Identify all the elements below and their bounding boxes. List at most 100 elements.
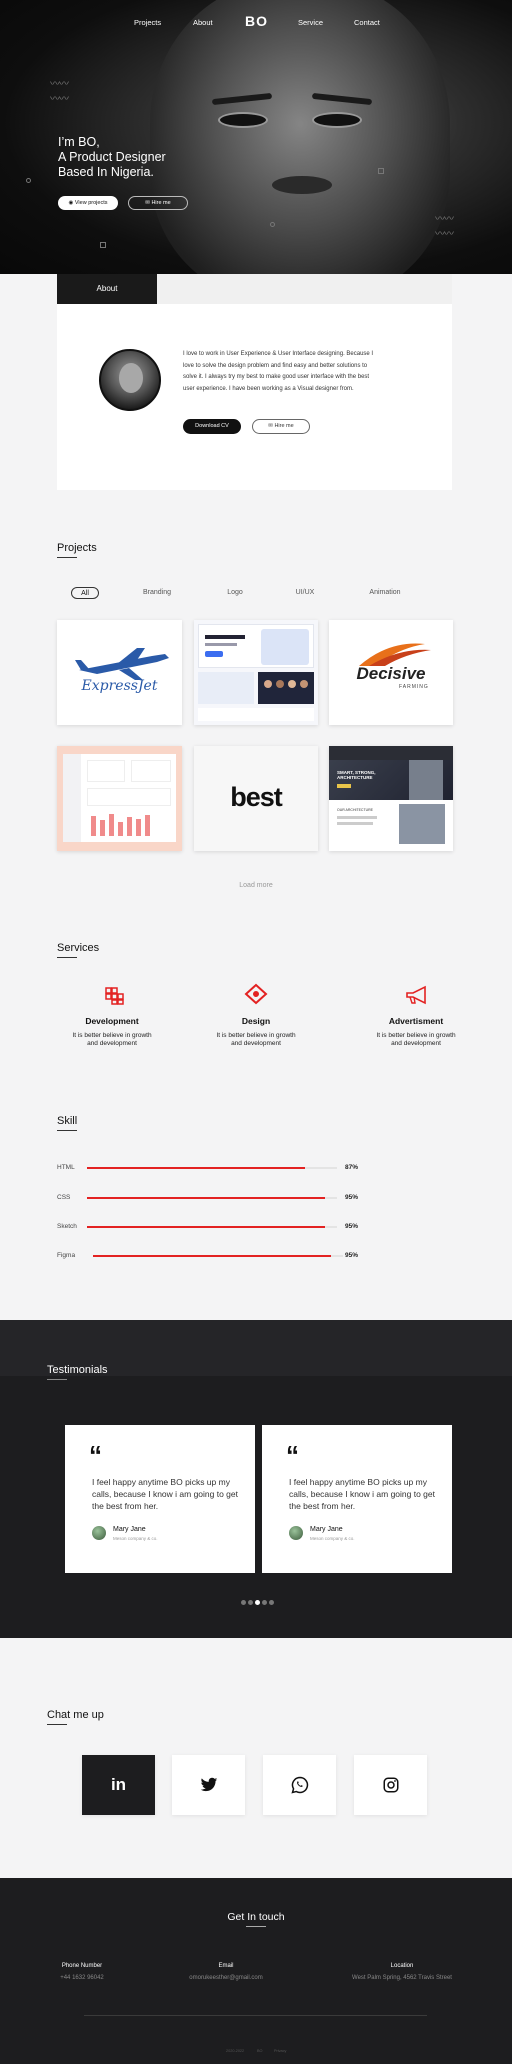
footer-copyright: 2020-2022 — [226, 2049, 245, 2053]
hero-section: 〰〰 〰〰 〰〰 〰〰 Projects About BO Service Cont… — [0, 0, 512, 274]
airplane-icon — [75, 648, 169, 680]
architecture-headline: SMART, STRONG, ARCHITECTURE — [337, 770, 376, 780]
project-card-best[interactable]: best — [194, 746, 318, 851]
carousel-dots — [241, 1600, 274, 1605]
linkedin-link[interactable]: in — [82, 1755, 155, 1815]
twitter-icon — [200, 1777, 217, 1792]
text-line — [337, 822, 373, 825]
mockup-panel — [198, 708, 314, 721]
skill-percent: 95% — [345, 1252, 359, 1259]
portrait-detail — [272, 176, 332, 194]
carousel-dot[interactable] — [248, 1600, 253, 1605]
title-underline — [57, 957, 77, 958]
phone-label: Phone Number — [61, 1963, 103, 1969]
skill-title: Skill — [57, 1115, 78, 1127]
wave-decoration-icon: 〰〰 〰〰 — [435, 214, 454, 240]
testimonial-name: Mary Jane — [310, 1526, 343, 1533]
skill-fill — [87, 1167, 305, 1169]
nav-about[interactable]: About — [193, 18, 213, 27]
service-text: It is better believe in growth and devel… — [72, 1032, 152, 1047]
title-underline — [246, 1926, 266, 1927]
testimonial-company: Meson company & co. — [310, 1536, 355, 1541]
skill-label: CSS — [57, 1194, 71, 1201]
view-projects-label: View projects — [74, 200, 108, 206]
avatar — [99, 349, 161, 411]
architecture-subhead: OUR ARCHITECTURE — [337, 808, 373, 812]
filter-animation[interactable]: Animation — [365, 589, 405, 596]
nav-contact[interactable]: Contact — [354, 18, 380, 27]
services-title: Services — [57, 942, 100, 954]
phone-value[interactable]: +44 1632 96042 — [42, 1975, 122, 1981]
testimonial-card: “ I feel happy anytime BO picks up my ca… — [65, 1425, 255, 1573]
carousel-dot[interactable] — [269, 1600, 274, 1605]
instagram-link[interactable] — [354, 1755, 427, 1815]
location-label: Location — [390, 1963, 414, 1969]
view-projects-button[interactable]: ◉ View projects — [58, 196, 118, 210]
dashboard-panel — [63, 754, 176, 842]
service-advertisment: Advertisment It is better believe in gro… — [376, 985, 456, 1048]
location-value: West Palm Spring, 4562 Travis Street — [352, 1975, 452, 1981]
testimonial-name: Mary Jane — [113, 1526, 146, 1533]
wave-decoration-icon: 〰〰 〰〰 — [50, 79, 69, 105]
mockup-panel — [198, 624, 314, 668]
project-card-expressjet[interactable]: ExpressJet — [57, 620, 182, 725]
skill-bar — [87, 1197, 337, 1199]
email-label: Email — [218, 1963, 234, 1969]
tab-about[interactable]: About — [57, 274, 157, 304]
service-development: Development It is better believe in grow… — [72, 985, 152, 1048]
quote-icon: “ — [286, 1440, 299, 1470]
footer — [0, 1878, 512, 2064]
hire-me-label: Hire me — [151, 200, 171, 206]
carousel-dot-active[interactable] — [255, 1600, 260, 1605]
project-label: best — [230, 782, 283, 812]
skill-fill — [93, 1255, 331, 1257]
skill-bar — [87, 1226, 337, 1228]
architecture-hero: SMART, STRONG, ARCHITECTURE — [329, 760, 453, 800]
carousel-dot[interactable] — [262, 1600, 267, 1605]
hero-line-3: Based In Nigeria. — [58, 165, 154, 179]
logo[interactable]: BO — [245, 13, 268, 29]
skill-percent: 95% — [345, 1194, 359, 1201]
project-card-architecture[interactable]: SMART, STRONG, ARCHITECTURE OUR ARCHITEC… — [329, 746, 453, 851]
linkedin-icon: in — [110, 1775, 127, 1794]
whatsapp-link[interactable] — [263, 1755, 336, 1815]
skill-bar — [87, 1167, 337, 1169]
nav-service[interactable]: Service — [298, 18, 323, 27]
nav-projects[interactable]: Projects — [134, 18, 161, 27]
testimonial-text: I feel happy anytime BO picks up my call… — [92, 1477, 238, 1511]
project-card-decisive[interactable]: Decisive FARMING — [329, 620, 453, 725]
project-card-mockup[interactable] — [194, 620, 318, 725]
filter-branding[interactable]: Branding — [137, 589, 177, 596]
twitter-link[interactable] — [172, 1755, 245, 1815]
skill-percent: 87% — [345, 1164, 359, 1171]
avatar — [289, 1526, 303, 1540]
square-decoration-icon — [100, 242, 106, 248]
title-underline — [57, 1130, 77, 1131]
filter-all[interactable]: All — [71, 587, 99, 599]
filter-logo[interactable]: Logo — [220, 589, 250, 596]
hire-me-button[interactable]: ✉ Hire me — [128, 196, 188, 210]
skill-label: HTML — [57, 1164, 75, 1171]
service-design: Design It is better believe in growth an… — [216, 983, 296, 1048]
title-underline — [47, 1379, 67, 1380]
download-cv-button[interactable]: Download CV — [183, 419, 241, 434]
megaphone-icon — [406, 985, 426, 1005]
square-decoration-icon — [378, 168, 384, 174]
email-value[interactable]: omorukeesther@gmail.com — [176, 1975, 276, 1981]
avatar — [92, 1526, 106, 1540]
project-sublabel: FARMING — [399, 684, 429, 690]
footer-title: Get In touch — [227, 1911, 285, 1923]
footer-privacy-link[interactable]: Privacy — [274, 2049, 286, 2053]
chat-title: Chat me up — [47, 1709, 104, 1721]
load-more-button[interactable]: Load more — [0, 882, 512, 889]
service-title: Development — [85, 1016, 139, 1026]
filter-uiux[interactable]: UI/UX — [290, 589, 320, 596]
about-hire-me-button[interactable]: ✉ Hire me — [252, 419, 310, 434]
hero-line-2: A Product Designer — [58, 150, 166, 164]
project-card-dashboard[interactable] — [57, 746, 182, 851]
carousel-dot[interactable] — [241, 1600, 246, 1605]
circle-decoration-icon — [26, 178, 31, 183]
diamond-eye-icon — [244, 983, 268, 1005]
portrait-detail — [312, 112, 362, 128]
about-text: I love to work in User Experience & User… — [183, 351, 374, 392]
